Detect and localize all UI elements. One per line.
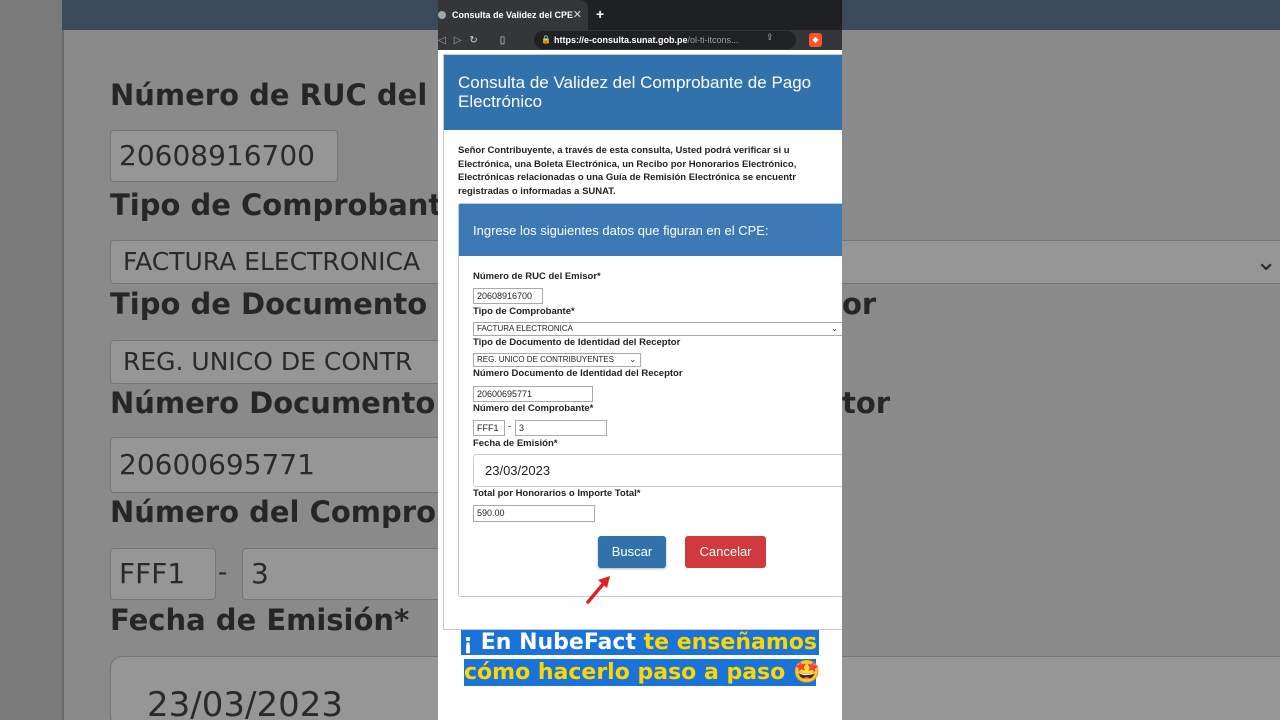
cancelar-button[interactable]: Cancelar	[685, 536, 766, 568]
intro-line: Señor Contribuyente, a través de esta co…	[458, 145, 790, 156]
browser-tab[interactable]: Consulta de Validez del CPE ✕	[438, 0, 588, 30]
tipo-doc-label: Tipo de Documento de Identidad del Recep…	[473, 337, 681, 348]
bookmark-icon[interactable]: ▯	[500, 35, 506, 46]
new-tab-icon[interactable]: +	[596, 6, 604, 22]
bg-label-num-doc: Número Documento	[110, 386, 436, 420]
caption-line-2: cómo hacerlo paso a paso 🤩 !	[464, 659, 838, 686]
reload-icon[interactable]: ↻	[469, 35, 477, 46]
bg-tipo-doc-box: REG. UNICO DE CONTR	[110, 340, 464, 384]
bg-num-doc-box: 20600695771	[110, 437, 460, 493]
caption-line-2-end: !	[820, 660, 839, 685]
browser-toolbar: ◁ ▷ ↻ ▯ 🔒 https://e-consulta.sunat.gob.p…	[438, 30, 842, 50]
intro-line: Electrónicas relacionadas o una Guía de …	[458, 172, 796, 183]
chevron-down-icon: ⌄	[629, 355, 636, 364]
form-panel: Ingrese los siguientes datos que figuran…	[458, 203, 842, 604]
tab-bar: Consulta de Validez del CPE ✕ +	[438, 0, 842, 30]
address-bar[interactable]: 🔒 https://e-consulta.sunat.gob.pe/ol-ti-…	[534, 31, 796, 49]
bg-label-tipo-doc: Tipo de Documento	[110, 287, 428, 321]
red-arrow-icon	[586, 576, 610, 604]
back-icon[interactable]: ◁	[438, 35, 446, 46]
ruc-input[interactable]: 20608916700	[473, 288, 543, 304]
fecha-label: Fecha de Emisión*	[473, 438, 558, 449]
intro-line: Electrónica, una Boleta Electrónica, un …	[458, 158, 797, 170]
bg-label-fecha: Fecha de Emisión*	[110, 603, 410, 637]
bg-dash: -	[218, 556, 228, 587]
bg-label-tail-1: or	[842, 287, 877, 321]
panel-title: Ingrese los siguientes datos que figuran…	[459, 204, 842, 256]
close-tab-icon[interactable]: ✕	[573, 8, 582, 21]
bg-label-tail-2: tor	[842, 386, 891, 420]
star-eyes-emoji-icon: 🤩	[792, 660, 821, 685]
bg-label-num-comp: Número del Compro	[110, 495, 436, 529]
bg-numero-box: 3	[242, 548, 462, 600]
modal-title: Consulta de Validez del Comprobante de P…	[444, 55, 842, 130]
serie-input[interactable]: FFF1	[473, 420, 505, 436]
bg-chevron-down-icon: ⌄	[1255, 247, 1277, 277]
serie-separator: -	[508, 421, 511, 431]
caption-line-1: ¡ En NubeFact te enseñamos	[461, 630, 819, 655]
share-icon[interactable]: ⇪	[766, 32, 774, 43]
tab-title: Consulta de Validez del CPE	[452, 10, 574, 20]
tipo-doc-select[interactable]: REG. UNICO DE CONTRIBUYENTES ⌄	[473, 353, 641, 367]
page-content: Consulta de Validez del Comprobante de P…	[438, 50, 842, 720]
caption-line-1-b: te enseñamos	[643, 630, 817, 655]
lock-icon: 🔒	[541, 35, 551, 44]
bg-label-tipo-comp: Tipo de Comprobant	[110, 188, 443, 222]
consulta-modal: Consulta de Validez del Comprobante de P…	[443, 54, 842, 630]
tipo-comprobante-label: Tipo de Comprobante*	[473, 306, 575, 317]
bg-tipo-comp: FACTURA ELECTRONICA	[123, 247, 421, 276]
intro-text: Señor Contribuyente, a través de esta co…	[444, 130, 842, 198]
tipo-doc-value: REG. UNICO DE CONTRIBUYENTES	[477, 355, 614, 364]
url-host: https://e-consulta.sunat.gob.pe	[554, 35, 688, 45]
num-doc-label: Número Documento de Identidad del Recept…	[473, 368, 683, 379]
buscar-button[interactable]: Buscar	[598, 536, 666, 568]
total-label: Total por Honorarios o Importe Total*	[473, 488, 641, 499]
tipo-comprobante-select[interactable]: FACTURA ELECTRONICA ⌄	[473, 322, 842, 336]
url-path: /ol-ti-itcons...	[687, 35, 739, 45]
bg-serie-box: FFF1	[110, 548, 216, 600]
intro-line: registradas o informadas a SUNAT.	[458, 185, 616, 197]
num-doc-input[interactable]: 20600695771	[473, 386, 593, 402]
num-comprobante-label: Número del Comprobante*	[473, 403, 594, 414]
favicon-icon	[438, 11, 446, 19]
total-input[interactable]: 590.00	[473, 505, 595, 522]
bg-ruc-box: 20608916700	[110, 130, 338, 182]
chevron-down-icon: ⌄	[831, 324, 838, 333]
forward-icon[interactable]: ▷	[454, 35, 462, 46]
numero-input[interactable]: 3	[515, 420, 607, 436]
fecha-input[interactable]: 23/03/2023	[473, 454, 842, 487]
caption-line-2-text: cómo hacerlo paso a paso	[464, 660, 786, 685]
bg-label-ruc: Número de RUC del	[110, 78, 428, 112]
brave-shield-icon[interactable]: ◆	[809, 33, 822, 47]
ruc-label: Número de RUC del Emisor*	[473, 271, 601, 282]
tipo-comprobante-value: FACTURA ELECTRONICA	[477, 324, 574, 333]
browser-window: Consulta de Validez del CPE ✕ + ◁ ▷ ↻ ▯ …	[438, 0, 842, 720]
caption-line-1-a: ¡ En NubeFact	[463, 630, 644, 655]
